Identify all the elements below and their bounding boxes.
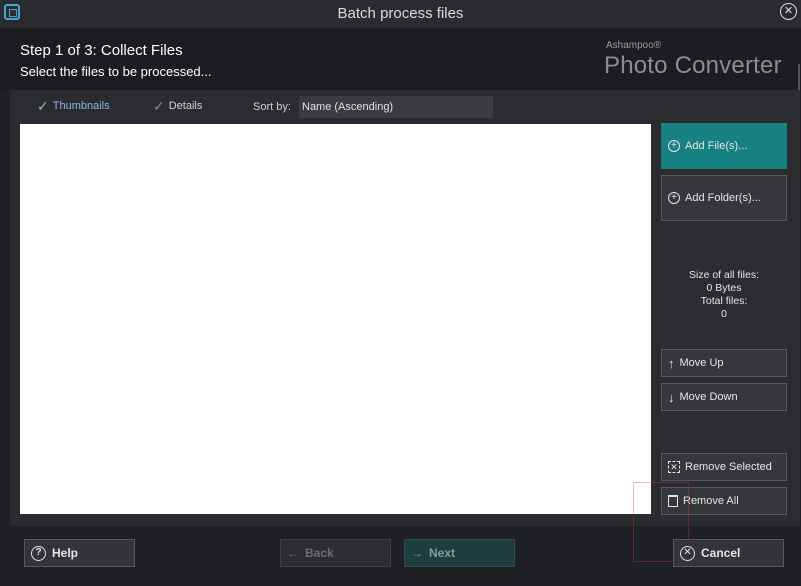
check-icon: ✓ [37, 98, 49, 114]
window-title: Batch process files [337, 5, 464, 22]
remove-selected-button[interactable]: ✕ Remove Selected [661, 453, 787, 481]
arrow-down-icon: ↓ [668, 389, 675, 405]
next-button[interactable]: → Next [404, 539, 515, 567]
header: Step 1 of 3: Collect Files Select the fi… [0, 28, 801, 114]
add-folders-button[interactable]: + Add Folder(s)... [661, 175, 787, 221]
back-button[interactable]: ← Back [280, 539, 391, 567]
move-up-label: Move Up [679, 357, 724, 369]
view-toolbar: ✓ Thumbnails ✓ Details Sort by: Name (As… [10, 90, 650, 124]
sort-dropdown[interactable]: Name (Ascending) [299, 96, 493, 118]
remove-selection-icon: ✕ [668, 461, 680, 473]
view-details-label: Details [168, 100, 203, 112]
move-down-label: Move Down [679, 391, 738, 403]
brand-company: Ashampoo® [606, 40, 662, 51]
remove-all-label: Remove All [683, 495, 739, 507]
title-bar: Batch process files ✕ [0, 0, 801, 28]
brand-product: Photo Converter [604, 52, 782, 79]
view-details-option[interactable]: ✓ Details [153, 98, 203, 114]
cancel-button[interactable]: ✕ Cancel [673, 539, 784, 567]
view-thumbnails-label: Thumbnails [52, 100, 110, 112]
file-stats: Size of all files: 0 Bytes Total files: … [661, 269, 787, 321]
add-files-button[interactable]: + Add File(s)... [661, 123, 787, 169]
move-up-button[interactable]: ↑ Move Up [661, 349, 787, 377]
next-label: Next [429, 546, 456, 560]
help-label: Help [52, 546, 79, 560]
add-folders-label: Add Folder(s)... [685, 192, 761, 204]
file-list-area[interactable] [20, 124, 651, 514]
total-value: 0 [721, 308, 727, 320]
total-label: Total files: [700, 295, 748, 307]
check-icon: ✓ [153, 98, 165, 114]
step-title: Step 1 of 3: Collect Files [20, 42, 183, 59]
help-icon: ? [31, 545, 46, 561]
sort-label: Sort by: [253, 101, 291, 113]
plus-circle-icon: + [668, 140, 680, 152]
size-label: Size of all files: [688, 269, 760, 281]
arrow-up-icon: ↑ [668, 355, 675, 371]
remove-selected-label: Remove Selected [685, 461, 772, 473]
back-label: Back [305, 546, 334, 560]
move-down-button[interactable]: ↓ Move Down [661, 383, 787, 411]
arrow-left-icon: ← [287, 546, 299, 560]
help-button[interactable]: ? Help [24, 539, 135, 567]
arrow-right-icon: → [411, 546, 423, 560]
plus-circle-icon: + [668, 192, 680, 204]
cancel-icon: ✕ [680, 545, 695, 561]
main-panel: ✓ Thumbnails ✓ Details Sort by: Name (As… [10, 90, 800, 526]
view-thumbnails-option[interactable]: ✓ Thumbnails [37, 98, 110, 114]
size-value: 0 Bytes [706, 282, 742, 294]
cancel-label: Cancel [701, 546, 741, 560]
step-subtitle: Select the files to be processed... [20, 64, 212, 79]
add-files-label: Add File(s)... [685, 140, 748, 152]
close-icon[interactable]: ✕ [780, 3, 797, 20]
